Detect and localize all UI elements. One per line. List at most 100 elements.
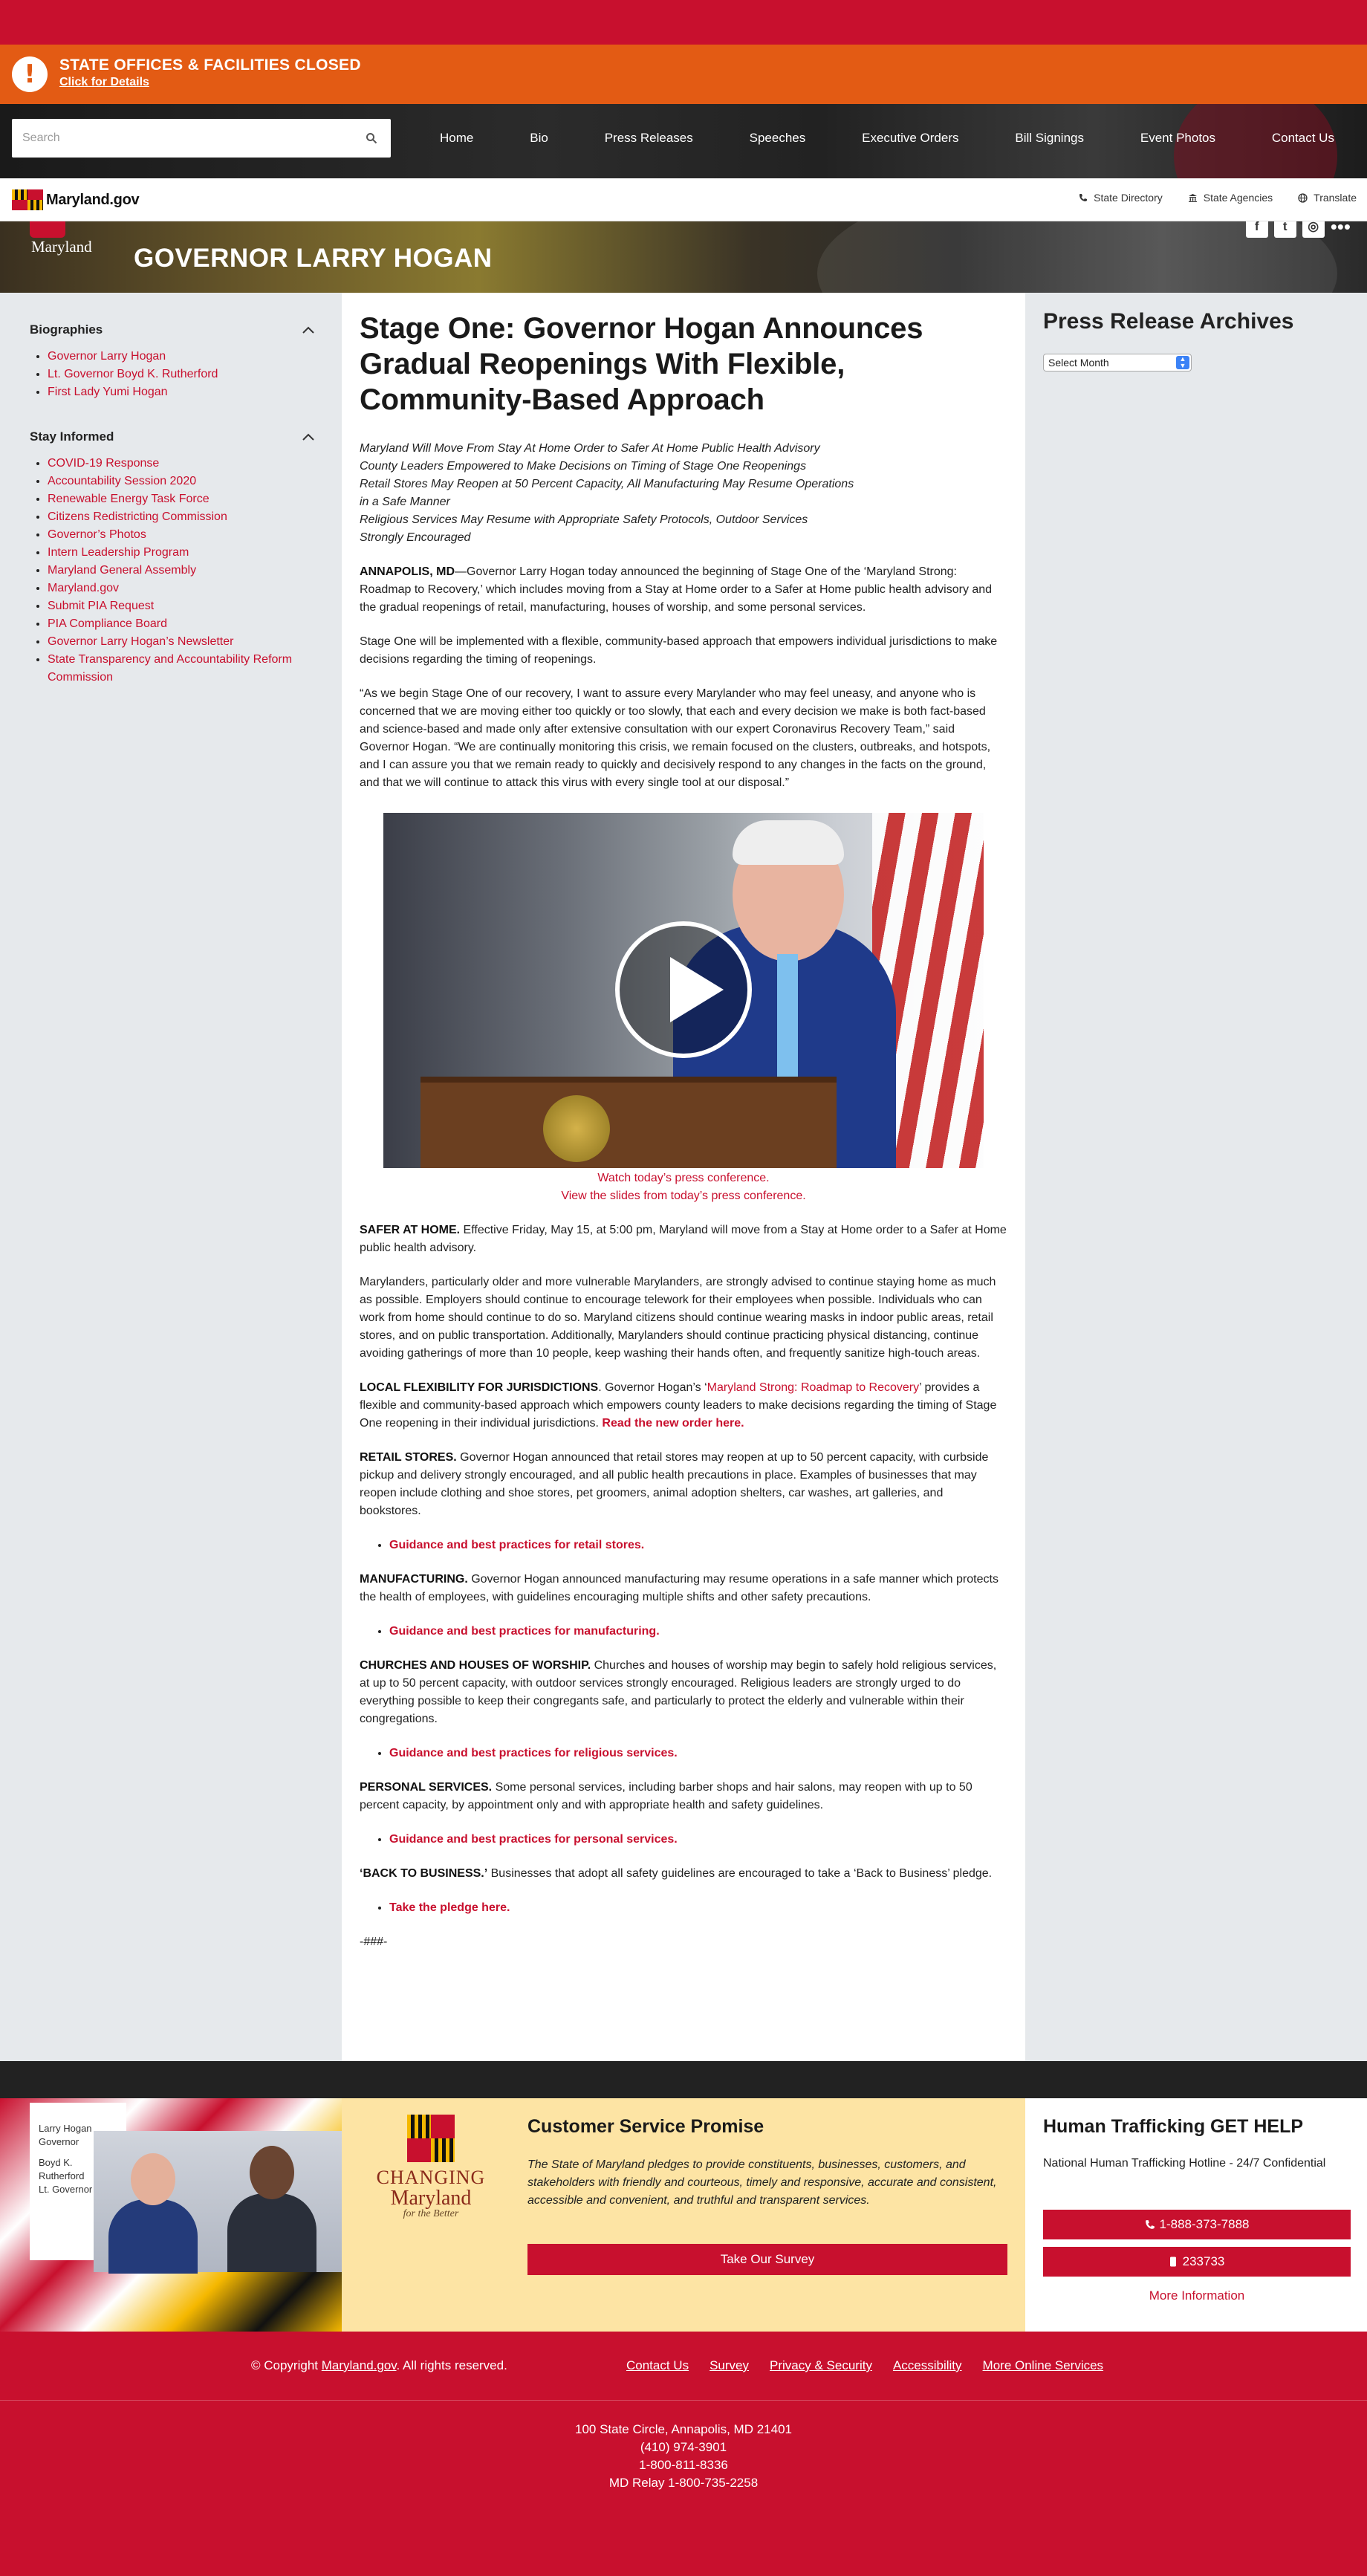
- phone-line: (410) 974-3901: [640, 2440, 727, 2454]
- ht-text: National Human Trafficking Hotline - 24/…: [1043, 2157, 1326, 2170]
- footer-survey[interactable]: Survey: [710, 2358, 749, 2373]
- hotline-sms-button[interactable]: 233733: [1043, 2247, 1351, 2277]
- maryland-gov-logo-text: Maryland.gov: [46, 191, 140, 208]
- paragraph-retail: RETAIL STORES. Governor Hogan announced …: [360, 1449, 1007, 1520]
- state-agencies-link[interactable]: State Agencies: [1188, 192, 1273, 204]
- month-select[interactable]: Select Month ▲ ▼: [1043, 354, 1192, 372]
- search-box: [12, 119, 391, 158]
- sidebar-item-renewable[interactable]: Renewable Energy Task Force: [48, 490, 315, 508]
- maryland-gov-bar: Maryland.gov State Directory State Agenc…: [0, 178, 1367, 221]
- facebook-icon[interactable]: f: [1245, 221, 1268, 238]
- subhead: Religious Services May Resume with Appro…: [360, 513, 808, 526]
- csp-text: The State of Maryland pledges to provide…: [527, 2158, 997, 2207]
- biographies-header[interactable]: Biographies: [30, 322, 315, 337]
- globe-icon: [1298, 192, 1308, 203]
- sidebar-item-accountability[interactable]: Accountability Session 2020: [48, 473, 315, 490]
- translate-link[interactable]: Translate: [1298, 192, 1357, 204]
- section-lead: CHURCHES AND HOUSES OF WORSHIP.: [360, 1659, 591, 1672]
- sidebar-item-redistricting[interactable]: Citizens Redistricting Commission: [48, 508, 315, 526]
- sidebar-item-covid[interactable]: COVID-19 Response: [48, 455, 315, 473]
- subhead: in a Safe Manner: [360, 496, 450, 508]
- play-icon[interactable]: [615, 921, 752, 1058]
- banner-title: GOVERNOR LARRY HOGAN: [134, 244, 493, 273]
- paragraph-back-to-business: ‘BACK TO BUSINESS.’ Businesses that adop…: [360, 1865, 1007, 1883]
- sidebar-item-marylandgov[interactable]: Maryland.gov: [48, 580, 315, 597]
- subhead: Retail Stores May Reopen at 50 Percent C…: [360, 478, 854, 490]
- nav-menu: Home Bio Press Releases Speeches Executi…: [416, 119, 1352, 158]
- sidebar-item-pia-request[interactable]: Submit PIA Request: [48, 597, 315, 615]
- state-directory-link[interactable]: State Directory: [1079, 192, 1163, 204]
- state-agencies-label: State Agencies: [1203, 192, 1273, 204]
- banner-state-name: Maryland: [31, 238, 92, 256]
- new-order-link[interactable]: Read the new order here.: [602, 1417, 744, 1430]
- logo-line: Maryland: [390, 2187, 472, 2210]
- article-subheads: Maryland Will Move From Stay At Home Ord…: [360, 440, 1007, 547]
- sidebar-item-pia-board[interactable]: PIA Compliance Board: [48, 615, 315, 633]
- nav-event-photos[interactable]: Event Photos: [1140, 131, 1215, 146]
- sidebar-item-governor[interactable]: Governor Larry Hogan: [48, 348, 315, 366]
- dateline: ANNAPOLIS, MD: [360, 565, 455, 578]
- maryland-gov-footer-link[interactable]: Maryland.gov: [322, 2358, 397, 2372]
- search-button[interactable]: [352, 119, 391, 158]
- utility-links: State Directory State Agencies Translate: [1079, 192, 1357, 204]
- stay-informed-heading: Stay Informed: [30, 429, 114, 444]
- nav-home[interactable]: Home: [440, 131, 473, 146]
- view-slides-link[interactable]: View the slides from today’s press confe…: [360, 1187, 1007, 1205]
- footer-privacy[interactable]: Privacy & Security: [770, 2358, 872, 2373]
- footer-accessibility[interactable]: Accessibility: [893, 2358, 962, 2373]
- sidebar-item-first-lady[interactable]: First Lady Yumi Hogan: [48, 383, 315, 401]
- stay-informed-header[interactable]: Stay Informed: [30, 429, 315, 444]
- csp-title: Customer Service Promise: [527, 2116, 764, 2137]
- manufacturing-guidance-link[interactable]: Guidance and best practices for manufact…: [389, 1623, 1007, 1641]
- sidebar-item-newsletter[interactable]: Governor Larry Hogan’s Newsletter: [48, 633, 315, 651]
- top-red-band: [0, 0, 1367, 45]
- nav-speeches[interactable]: Speeches: [750, 131, 806, 146]
- religious-guidance-link[interactable]: Guidance and best practices for religiou…: [389, 1745, 1007, 1762]
- search-input[interactable]: [12, 119, 354, 158]
- instagram-icon[interactable]: ◎: [1302, 221, 1325, 238]
- roadmap-link[interactable]: Maryland Strong: Roadmap to Recovery: [707, 1381, 919, 1394]
- phone-icon: [1079, 194, 1088, 201]
- select-arrows-icon: ▲ ▼: [1176, 356, 1189, 369]
- footer-contact-us[interactable]: Contact Us: [626, 2358, 689, 2373]
- maryland-flag-icon: [12, 189, 43, 210]
- paragraph: Marylanders, particularly older and more…: [360, 1276, 996, 1360]
- footer-more-services[interactable]: More Online Services: [983, 2358, 1104, 2373]
- leaders-portrait: [94, 2131, 342, 2274]
- sidebar-item-transparency[interactable]: State Transparency and Accountability Re…: [48, 651, 315, 687]
- watch-press-conference-link[interactable]: Watch today’s press conference.: [360, 1169, 1007, 1187]
- more-icon[interactable]: •••: [1331, 221, 1351, 236]
- nav-press-releases[interactable]: Press Releases: [605, 131, 693, 146]
- sidebar-item-intern[interactable]: Intern Leadership Program: [48, 544, 315, 562]
- take-survey-button[interactable]: Take Our Survey: [527, 2244, 1007, 2275]
- paragraph-manufacturing: MANUFACTURING. Governor Hogan announced …: [360, 1571, 1007, 1606]
- nav-executive-orders[interactable]: Executive Orders: [862, 131, 958, 146]
- sidebar-item-photos[interactable]: Governor’s Photos: [48, 526, 315, 544]
- copyright-prefix: © Copyright: [251, 2358, 322, 2372]
- nav-contact-us[interactable]: Contact Us: [1272, 131, 1334, 146]
- paragraph-quote: “As we begin Stage One of our recovery, …: [360, 687, 991, 789]
- biographies-heading: Biographies: [30, 322, 103, 337]
- more-information-link[interactable]: More Information: [1043, 2288, 1351, 2303]
- right-sidebar: Press Release Archives Select Month ▲ ▼: [1025, 293, 1367, 2061]
- hotline-phone-button[interactable]: 1-888-373-7888: [1043, 2210, 1351, 2239]
- pledge-link[interactable]: Take the pledge here.: [389, 1899, 1007, 1917]
- retail-guidance-link[interactable]: Guidance and best practices for retail s…: [389, 1537, 1007, 1554]
- speaker-hair: [733, 820, 844, 865]
- alert-details-link[interactable]: Click for Details: [59, 76, 149, 89]
- sidebar-item-assembly[interactable]: Maryland General Assembly: [48, 562, 315, 580]
- personal-guidance-link[interactable]: Guidance and best practices for personal…: [389, 1831, 1007, 1849]
- nav-bio[interactable]: Bio: [530, 131, 548, 146]
- twitter-icon[interactable]: t: [1273, 221, 1296, 238]
- paragraph-safer: SAFER AT HOME. Effective Friday, May 15,…: [360, 1222, 1007, 1257]
- paragraph-text: . Governor Hogan’s ‘: [598, 1381, 707, 1394]
- paragraph-local: LOCAL FLEXIBILITY FOR JURISDICTIONS. Gov…: [360, 1379, 1007, 1433]
- maryland-gov-logo[interactable]: Maryland.gov: [12, 189, 140, 210]
- archives-title: Press Release Archives: [1043, 309, 1294, 334]
- ht-title: Human Trafficking GET HELP: [1043, 2116, 1304, 2137]
- sidebar-item-lt-governor[interactable]: Lt. Governor Boyd K. Rutherford: [48, 366, 315, 383]
- press-conference-video[interactable]: [383, 813, 984, 1168]
- nav-bill-signings[interactable]: Bill Signings: [1015, 131, 1084, 146]
- article-title: Stage One: Governor Hogan Announces Grad…: [360, 312, 923, 416]
- promo-section: Larry Hogan Governor Boyd K. Rutherford …: [0, 2098, 1367, 2332]
